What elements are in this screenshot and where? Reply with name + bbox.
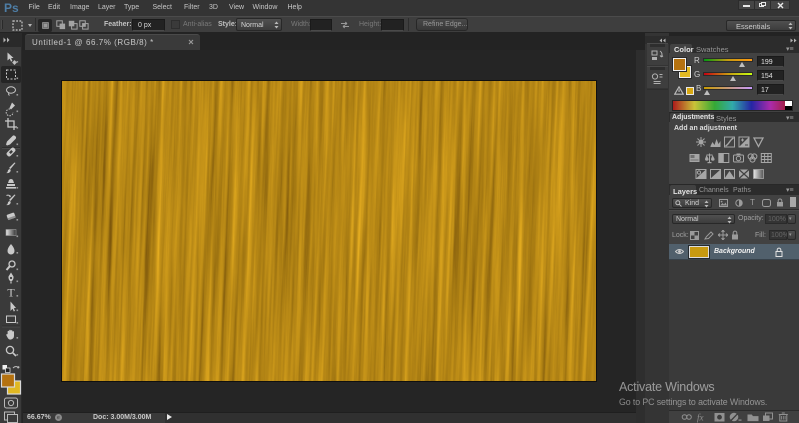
svg-text:T: T [7, 286, 15, 300]
svg-text:fx: fx [697, 413, 704, 423]
